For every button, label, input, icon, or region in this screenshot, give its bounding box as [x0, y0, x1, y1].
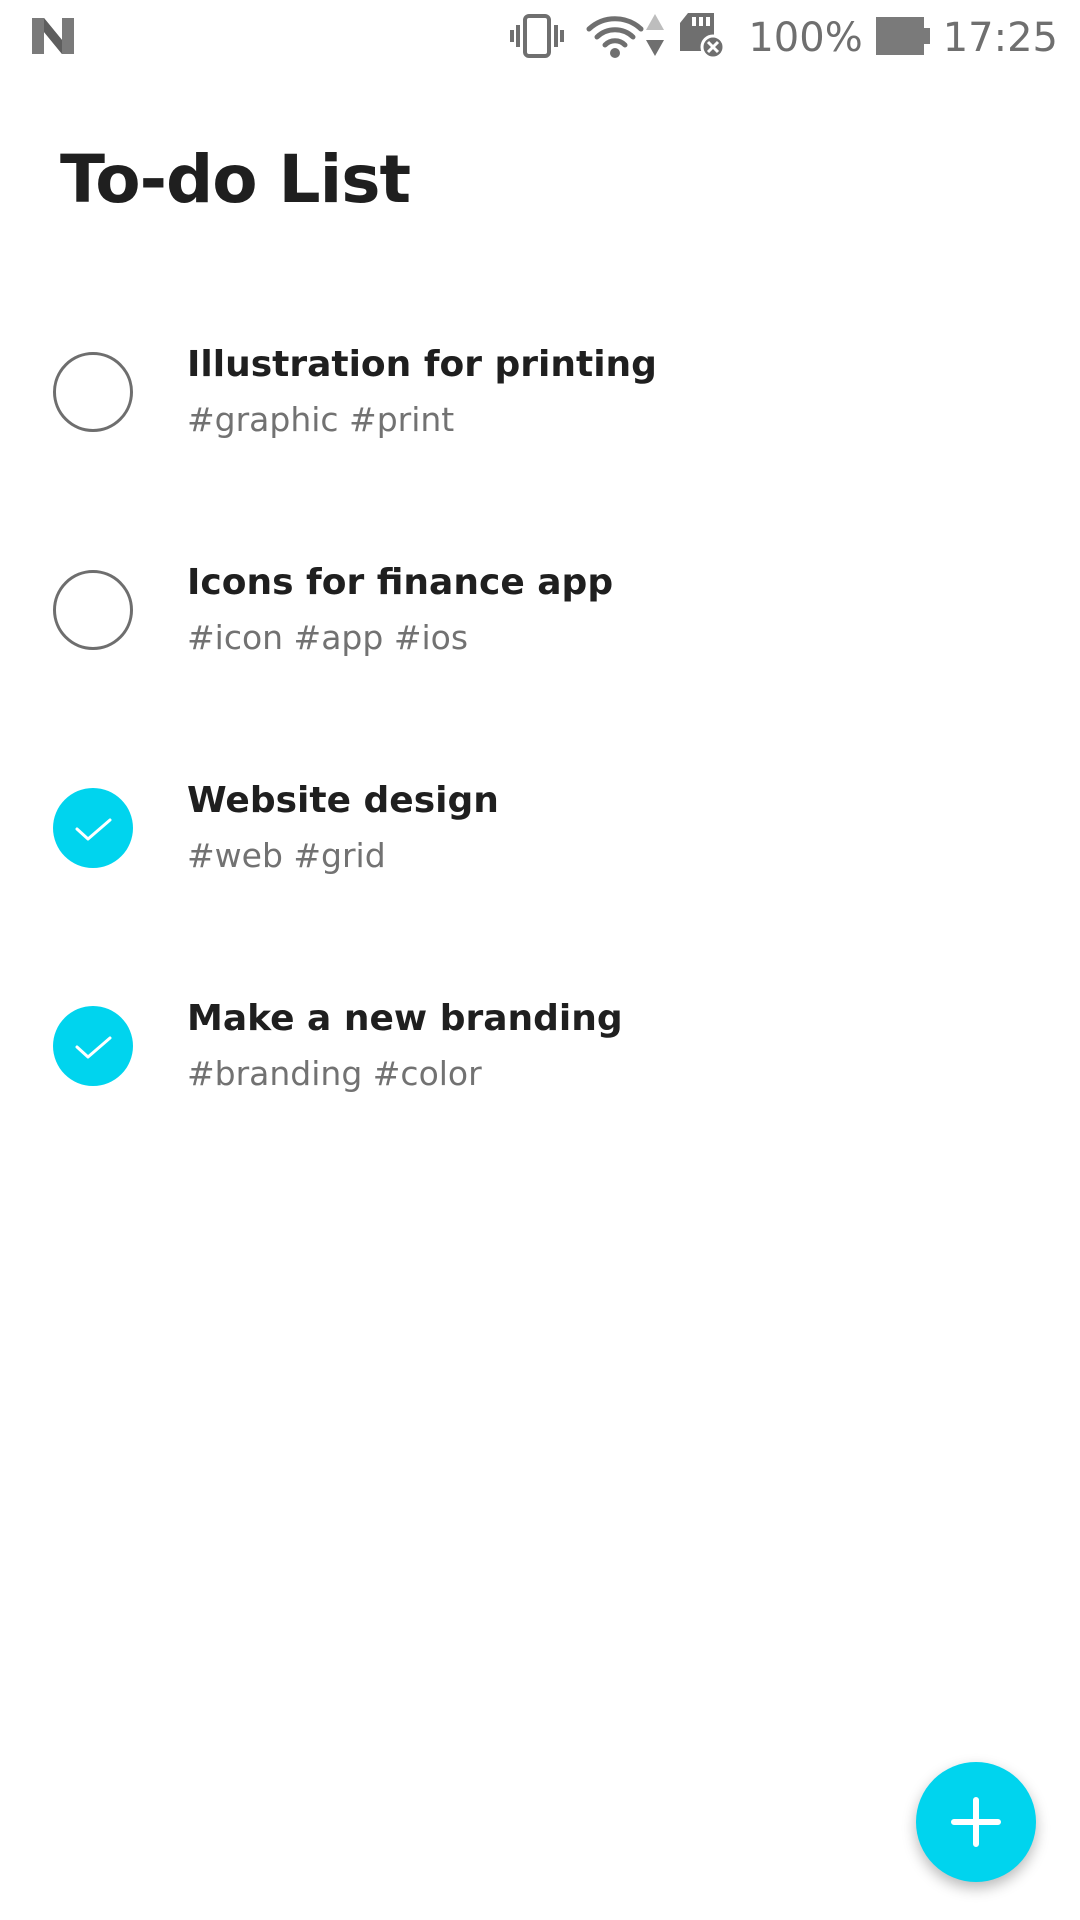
task-tags: #branding #color	[187, 1054, 482, 1093]
plus-icon	[951, 1797, 1001, 1847]
n-logo-icon	[30, 16, 76, 56]
task-tags: #icon #app #ios	[187, 618, 469, 657]
task-title: Website design	[187, 780, 499, 821]
task-checkbox[interactable]	[53, 352, 133, 432]
checkmark-icon	[75, 818, 112, 841]
task-title: Illustration for printing	[187, 344, 657, 385]
vibrate-icon	[510, 13, 565, 63]
task-tags: #web #grid	[187, 836, 386, 875]
battery-percent: 100%	[748, 15, 863, 61]
task-item[interactable]: Illustration for printing #graphic #prin…	[0, 300, 1080, 518]
status-icons: 100% 17:25	[510, 10, 1058, 66]
status-bar: 100% 17:25	[0, 0, 1080, 74]
task-item[interactable]: Icons for finance app #icon #app #ios	[0, 518, 1080, 736]
wifi-icon	[586, 13, 644, 63]
task-title: Icons for finance app	[187, 562, 614, 603]
page-title: To-do List	[60, 141, 411, 218]
task-list: Illustration for printing #graphic #prin…	[0, 300, 1080, 1172]
task-checkbox-checked[interactable]	[53, 788, 133, 868]
task-item[interactable]: Website design #web #grid	[0, 736, 1080, 954]
data-arrows-icon	[644, 12, 666, 64]
checkmark-icon	[75, 1036, 112, 1059]
task-tags: #graphic #print	[187, 400, 455, 439]
task-checkbox-checked[interactable]	[53, 1006, 133, 1086]
add-task-button[interactable]	[916, 1762, 1036, 1882]
clock: 17:25	[942, 15, 1058, 61]
task-item[interactable]: Make a new branding #branding #color	[0, 954, 1080, 1172]
battery-icon	[875, 15, 931, 61]
task-checkbox[interactable]	[53, 570, 133, 650]
task-title: Make a new branding	[187, 998, 623, 1039]
sd-card-icon	[678, 11, 726, 65]
